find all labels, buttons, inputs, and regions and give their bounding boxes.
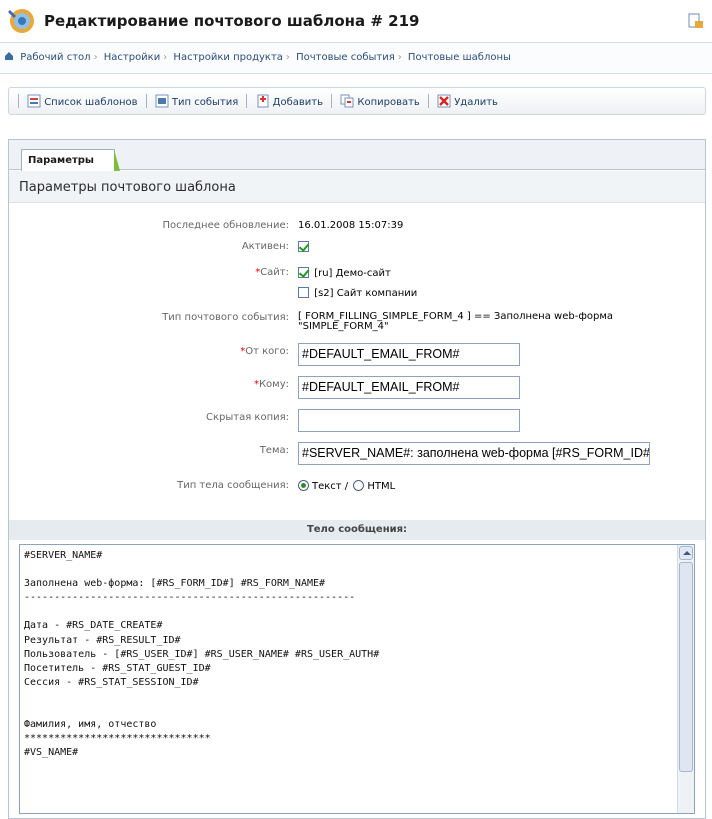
event-type-label: Тип события [171, 97, 239, 108]
tab-parameters[interactable]: Параметры [21, 149, 115, 171]
toolbar: Список шаблонов Тип события Добавить Коп… [8, 87, 706, 115]
active-checkbox-wrap [298, 241, 311, 253]
copy-label: Копировать [357, 97, 420, 108]
event-type-button[interactable]: Тип события [155, 94, 238, 108]
body-type-options: Текст / HTML [298, 480, 395, 492]
to-label: *Кому: [254, 379, 289, 390]
body-type-label: Тип тела сообщения: [177, 480, 289, 491]
active-label: Активен: [241, 241, 289, 252]
site-label: *Сайт: [255, 267, 289, 278]
add-label: Добавить [272, 97, 323, 108]
home-icon[interactable] [4, 51, 14, 61]
message-body-text: #SERVER_NAME# Заполнена web-форма: [#RS_… [24, 550, 380, 759]
copy-icon [340, 94, 354, 108]
site-ru-label: [ru] Демо-сайт [314, 268, 391, 279]
site-option-s2: [s2] Сайт компании [298, 287, 417, 299]
breadcrumb-item-mail-templates[interactable]: Почтовые шаблоны [408, 52, 511, 63]
active-checkbox[interactable] [298, 241, 309, 252]
body-type-html-radio[interactable] [353, 480, 365, 491]
delete-button[interactable]: Удалить [437, 94, 498, 108]
toolbar-separator [428, 94, 430, 108]
scroll-thumb[interactable] [679, 562, 693, 772]
copy-button[interactable]: Копировать [340, 94, 420, 108]
event-type-label: Тип почтового события: [162, 312, 289, 323]
template-list-label: Список шаблонов [44, 97, 138, 108]
toolbar-separator [331, 94, 333, 108]
add-icon [257, 94, 269, 108]
section-title: Параметры почтового шаблона [9, 171, 705, 203]
subject-label: Тема: [259, 445, 289, 456]
body-type-html-label: HTML [367, 481, 396, 492]
site-s2-label: [s2] Сайт компании [314, 288, 418, 299]
breadcrumb-item-settings[interactable]: Настройки [104, 52, 160, 63]
breadcrumb: Рабочий стол › Настройки › Настройки проду… [0, 42, 712, 74]
bcc-input[interactable] [298, 409, 520, 432]
body-type-text-label: Текст / [312, 481, 349, 492]
toolbar-separator [246, 94, 248, 108]
site-label-text: Сайт: [260, 267, 289, 278]
template-list-button[interactable]: Список шаблонов [27, 94, 138, 108]
document-icon[interactable] [686, 12, 704, 30]
message-body-heading: Тело сообщения: [9, 520, 705, 540]
site-ru-checkbox[interactable] [298, 267, 309, 278]
breadcrumb-separator: › [163, 52, 168, 63]
toolbar-separator [18, 94, 19, 108]
settings-gear-icon [8, 9, 34, 33]
to-label-text: Кому: [258, 379, 289, 390]
event-type-value: [ FORM_FILLING_SIMPLE_FORM_4 ] == Заполн… [298, 311, 613, 332]
breadcrumb-separator: › [397, 52, 402, 63]
vertical-scrollbar[interactable] [677, 545, 694, 813]
site-s2-checkbox[interactable] [298, 287, 309, 298]
breadcrumb-item-product-settings[interactable]: Настройки продукта [173, 52, 282, 63]
subject-input[interactable]: #SERVER_NAME#: заполнена web-форма [#RS_… [298, 442, 650, 465]
body-type-text-radio[interactable] [298, 480, 309, 491]
breadcrumb-item-desktop[interactable]: Рабочий стол [20, 52, 90, 63]
breadcrumb-item-mail-events[interactable]: Почтовые события [296, 52, 395, 63]
edit-panel: Параметры Параметры почтового шаблона По… [8, 139, 706, 819]
site-option-ru: [ru] Демо-сайт [298, 267, 391, 279]
to-input[interactable]: #DEFAULT_EMAIL_FROM# [298, 376, 520, 399]
event-type-icon [155, 94, 169, 108]
bcc-label: Скрытая копия: [206, 412, 289, 423]
delete-icon [437, 94, 451, 108]
delete-label: Удалить [454, 97, 498, 108]
title-bar: Редактирование почтового шаблона # 219 [0, 0, 712, 42]
page-title: Редактирование почтового шаблона # 219 [44, 12, 420, 30]
add-button[interactable]: Добавить [256, 94, 323, 108]
list-icon [27, 94, 41, 108]
scroll-up-arrow-icon[interactable] [679, 546, 693, 560]
message-body-textarea[interactable]: #SERVER_NAME# Заполнена web-форма: [#RS_… [19, 544, 695, 814]
toolbar-separator [145, 94, 147, 108]
from-label-text: От кого: [245, 346, 289, 357]
tab-strip: Параметры [9, 140, 705, 171]
last-update-label: Последнее обновление: [162, 220, 289, 231]
breadcrumb-separator: › [285, 52, 290, 63]
from-input[interactable]: #DEFAULT_EMAIL_FROM# [298, 343, 520, 366]
last-update-value: 16.01.2008 15:07:39 [298, 220, 404, 231]
from-label: *От кого: [240, 346, 289, 357]
breadcrumb-separator: › [93, 52, 98, 63]
